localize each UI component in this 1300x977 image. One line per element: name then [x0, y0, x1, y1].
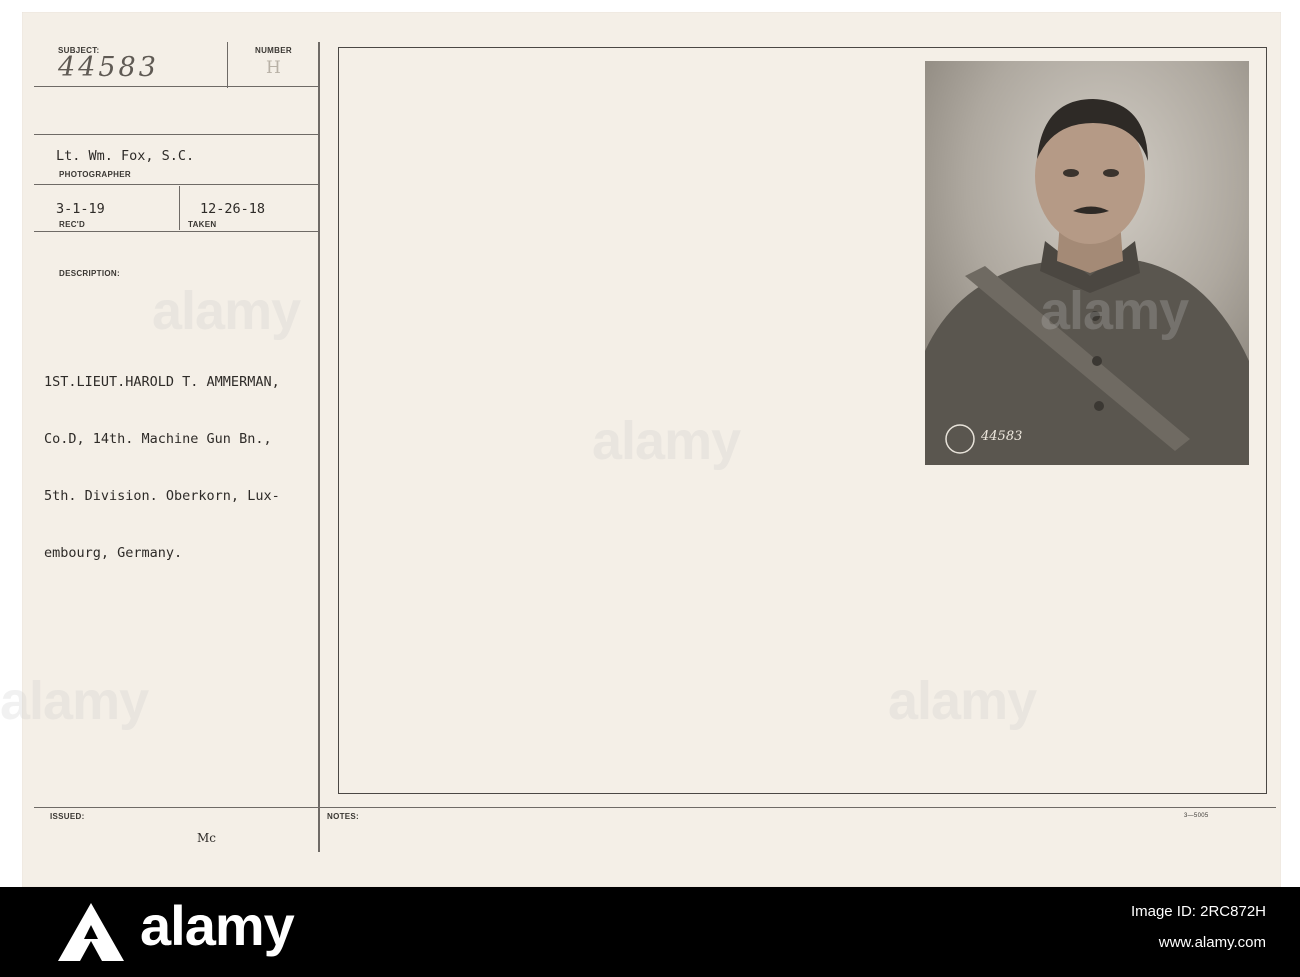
notes-label: NOTES: [327, 812, 360, 821]
alamy-logo-icon [58, 903, 124, 961]
rule-subject-bottom [34, 86, 319, 87]
rule-photographer-bottom [34, 184, 319, 185]
photographer-name: Lt. Wm. Fox, S.C. [56, 148, 195, 164]
received-label: REC'D [59, 220, 86, 229]
footer-site: www.alamy.com [1158, 934, 1266, 951]
portrait-illustration [925, 61, 1249, 465]
photographer-label: PHOTOGRAPHER [59, 170, 131, 179]
number-label: NUMBER [255, 46, 292, 55]
issued-initials: Mc [197, 831, 217, 845]
rule-left-column [318, 42, 320, 852]
number-stamp: H [266, 58, 281, 78]
form-number: 3—5005 [1184, 813, 1209, 819]
watermark-brand: alamy [888, 671, 1037, 731]
taken-date: 12-26-18 [200, 201, 266, 217]
description-line: 5th. Division. Oberkorn, Lux- [44, 488, 280, 504]
watermark-brand: alamy [592, 411, 741, 471]
rule-issued-top [34, 807, 1276, 808]
rule-date-divider [179, 186, 180, 230]
photo-stamp-number: 44583 [981, 429, 1023, 444]
taken-label: TAKEN [188, 220, 217, 229]
description-text: 1ST.LIEUT.HAROLD T. AMMERMAN, Co.D, 14th… [44, 335, 280, 601]
rule-number-divider [227, 42, 228, 88]
description-line: Co.D, 14th. Machine Gun Bn., [44, 431, 272, 447]
portrait-photo: 44583 [925, 61, 1249, 465]
subject-number: 44583 [58, 52, 159, 83]
footer-image-id: Image ID: 2RC872H [1130, 903, 1266, 920]
footer-brand: alamy [140, 894, 295, 957]
rule-date-bottom [34, 231, 319, 232]
watermark-brand: alamy [152, 281, 301, 341]
description-line: 1ST.LIEUT.HAROLD T. AMMERMAN, [44, 374, 280, 390]
description-label: DESCRIPTION: [59, 269, 120, 278]
watermark-brand: alamy [0, 671, 149, 731]
rule-photographer-top [34, 134, 319, 135]
watermark-brand: alamy [1040, 281, 1189, 341]
issued-label: ISSUED: [50, 812, 85, 821]
received-date: 3-1-19 [56, 201, 105, 217]
description-line: embourg, Germany. [44, 545, 183, 561]
